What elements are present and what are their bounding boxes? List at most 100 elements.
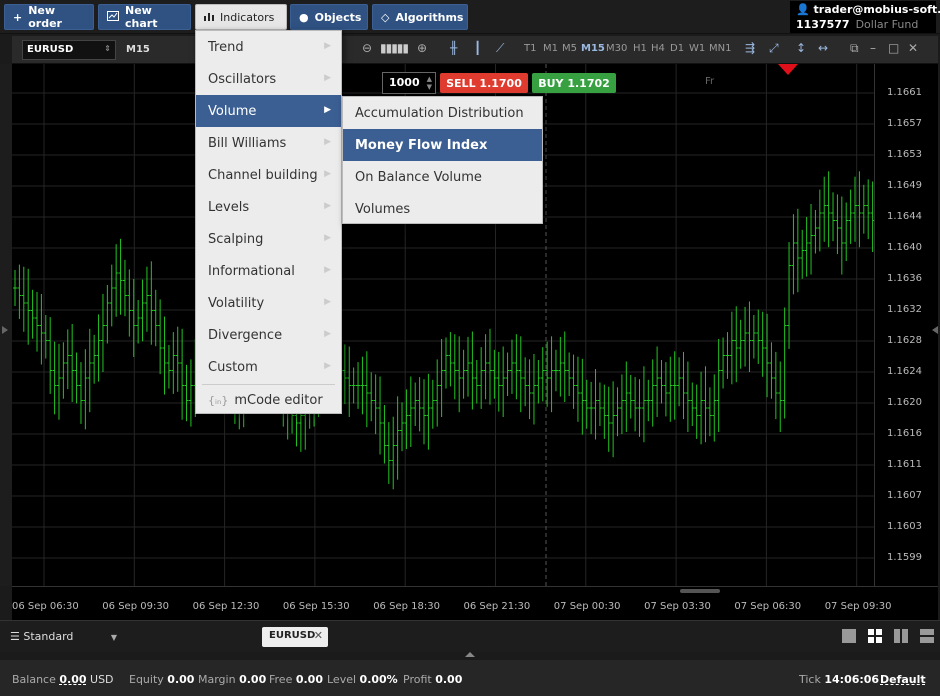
layout-rows-icon[interactable] [920,629,934,643]
menu-item-channel-building[interactable]: Channel building ▶ [196,159,341,191]
close-tab-icon[interactable]: ✕ [314,629,323,642]
expand-diagonal-icon[interactable]: ⤢ [769,41,779,56]
price-bar [809,204,814,275]
bars-icon[interactable]: ╫ [450,41,457,55]
period-m15[interactable]: M15 [581,43,605,54]
detach-icon[interactable]: ⧉ [850,41,859,56]
time-tick-label: 06 Sep 06:30 [12,601,79,612]
price-bar [765,313,770,398]
indicators-button[interactable]: Indicators [195,4,287,30]
buy-button[interactable]: BUY 1.1702 [532,73,616,93]
zoom-out-icon[interactable]: ⊖ [362,41,372,55]
new-order-button[interactable]: + New order [4,4,94,30]
equity-value: 0.00 [167,673,195,686]
symbol-select[interactable]: EURUSD ⇕ [22,40,116,60]
submenu-item-accumulation-distribution[interactable]: Accumulation Distribution [343,97,542,129]
price-bar [787,242,792,349]
price-bar [448,332,453,387]
price-bar [122,259,127,317]
sell-button[interactable]: SELL 1.1700 [440,73,528,93]
submenu-item-volumes[interactable]: Volumes [343,193,542,225]
menu-item-custom[interactable]: Custom ▶ [196,351,341,383]
chevron-right-icon: ▶ [324,41,331,51]
price-axis[interactable]: 1.1661 1.1657 1.1653 1.1649 1.1644 1.1640 1.16… [874,64,938,586]
price-bar [729,311,734,385]
horizontal-resize-icon[interactable]: ↔ [818,41,828,55]
period-t1[interactable]: T1 [524,43,536,54]
new-chart-button[interactable]: New chart [98,4,191,30]
price-bar [531,354,536,425]
period-d1[interactable]: D1 [670,43,684,54]
minimize-icon[interactable]: – [870,41,876,55]
menu-item-scalping[interactable]: Scalping ▶ [196,223,341,255]
price-bar [619,374,624,435]
menu-item-volume[interactable]: Volume ▶ [196,95,341,127]
price-bar [474,360,479,404]
symbol-value: EURUSD [27,44,74,55]
layout-single-icon[interactable] [842,629,856,643]
submenu-item-money-flow-index[interactable]: Money Flow Index [343,129,542,161]
maximize-icon[interactable]: □ [888,41,899,55]
period-mn1[interactable]: MN1 [709,43,731,54]
objects-button[interactable]: ● Objects [290,4,368,30]
algorithms-button[interactable]: ◇ Algorithms [372,4,468,30]
time-marker-icon[interactable] [778,64,798,75]
time-tick-label: 07 Sep 09:30 [824,601,892,612]
menu-item-mcode-editor[interactable]: {ᵢₙ} mCode editor [196,385,341,417]
right-panel-collapse[interactable] [930,64,940,586]
account-number: 1137577 [796,18,850,31]
margin-label: Margin [198,673,236,686]
menu-item-informational[interactable]: Informational ▶ [196,255,341,287]
zoom-in-icon[interactable]: ⊕ [417,41,427,55]
submenu-item-on-balance-volume[interactable]: On Balance Volume [343,161,542,193]
fit-icon[interactable]: ⇶ [745,41,755,55]
price-bar [400,402,405,452]
price-bar [699,371,704,445]
period-h4[interactable]: H4 [651,43,665,54]
period-m30[interactable]: M30 [606,43,627,54]
balance-value[interactable]: 0.00 [59,673,86,686]
price-bar [17,264,22,319]
price-tick-label: 1.1653 [887,149,922,160]
candles-icon[interactable]: ┃ [474,41,481,55]
menu-item-oscillators[interactable]: Oscillators ▶ [196,63,341,95]
close-icon[interactable]: ✕ [908,41,918,55]
price-bar [756,309,761,364]
menu-item-levels[interactable]: Levels ▶ [196,191,341,223]
price-bar [457,336,462,413]
menu-item-bill-williams[interactable]: Bill Williams ▶ [196,127,341,159]
period-m5[interactable]: M5 [562,43,577,54]
time-axis[interactable]: 06 Sep 06:30 06 Sep 09:30 06 Sep 12:30 06 S… [12,586,938,620]
period-m1[interactable]: M1 [543,43,558,54]
tab-eurusd[interactable]: EURUSD ✕ [262,627,328,647]
menu-item-label: Trend [208,40,244,55]
price-bar [378,376,383,455]
price-bar [861,184,866,234]
vertical-resize-icon[interactable]: ↕ [796,41,806,55]
period-h1[interactable]: H1 [633,43,647,54]
quantity-stepper[interactable]: 1000 ▲ ▼ [382,72,436,94]
price-bar [760,311,765,377]
period-w1[interactable]: W1 [689,43,705,54]
zoom-slider[interactable]: ▮▮▮▮▮ [380,41,409,55]
line-chart-icon[interactable]: ⟋ [496,41,504,56]
price-bar [721,337,726,389]
layout-select[interactable]: ☰ Standard ▼ [10,630,117,643]
price-bar [826,171,831,248]
panel-splitter-icon[interactable] [465,652,475,657]
bar-chart-icon [204,11,214,24]
layout-grid-icon[interactable] [868,629,882,643]
price-bar [562,331,567,402]
price-bar [131,279,136,357]
menu-item-volatility[interactable]: Volatility ▶ [196,287,341,319]
chart-scrollbar[interactable] [680,589,720,593]
user-email: trader@mobius-soft.org [813,3,940,16]
left-panel-collapse[interactable] [0,64,12,586]
menu-item-divergence[interactable]: Divergence ▶ [196,319,341,351]
account-panel[interactable]: 👤 trader@mobius-soft.org 1137577 Dollar F… [790,1,940,33]
layout-columns-icon[interactable] [894,629,908,643]
price-tick-label: 1.1611 [887,459,922,470]
profile-select[interactable]: Default [880,673,926,686]
menu-item-trend[interactable]: Trend ▶ [196,31,341,63]
price-bar [100,294,105,372]
